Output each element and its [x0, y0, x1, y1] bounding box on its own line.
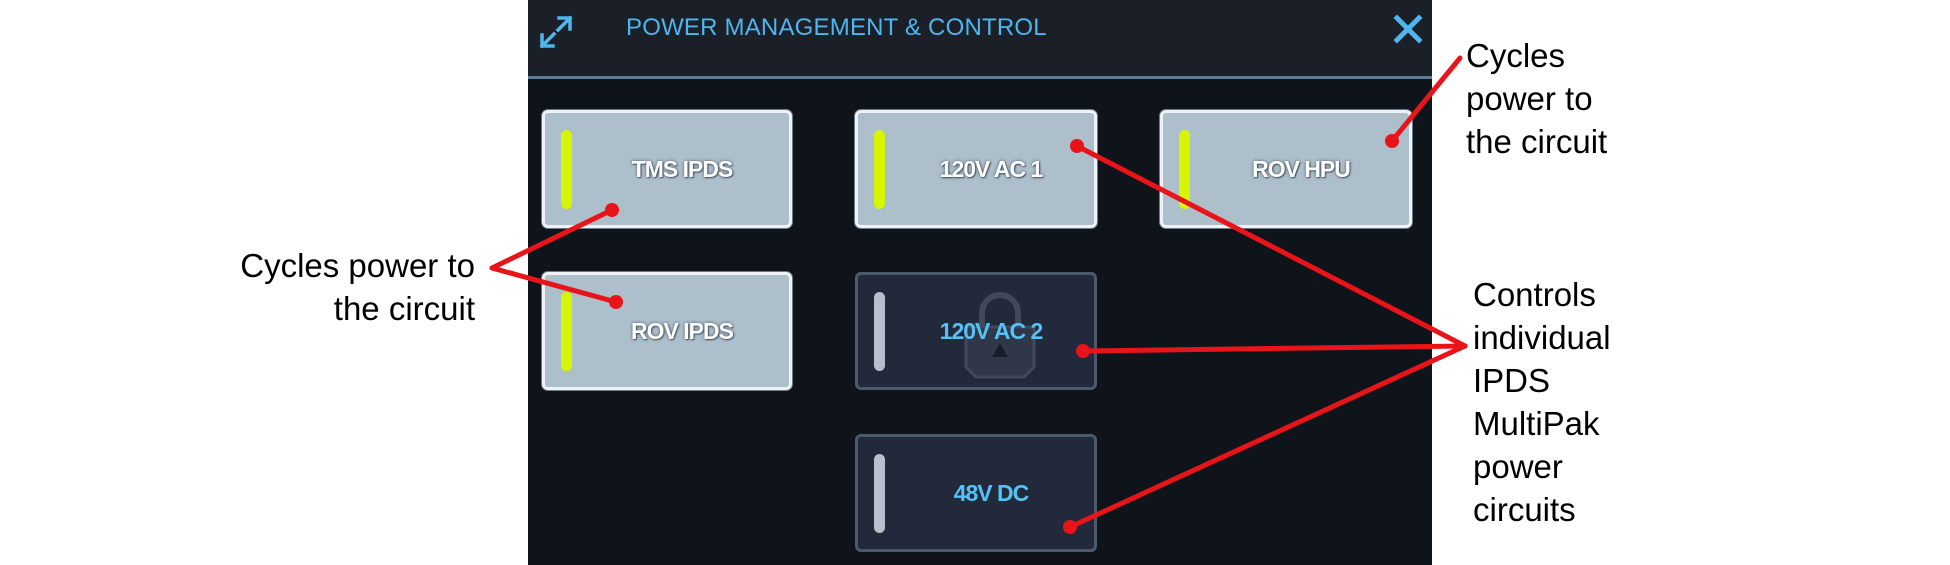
status-indicator [561, 292, 572, 371]
button-label: ROV IPDS [631, 317, 734, 344]
panel-header: POWER MANAGEMENT & CONTROL [528, 0, 1432, 79]
status-indicator [561, 130, 572, 209]
button-label: 48V DC [953, 479, 1030, 506]
annotation-line: the circuit [1466, 123, 1608, 160]
annotation-line: IPDS [1473, 362, 1551, 399]
expand-arrows-icon[interactable] [532, 8, 580, 56]
button-label: ROV HPU [1252, 155, 1351, 182]
status-indicator [874, 292, 885, 371]
button-label: TMS IPDS [631, 155, 734, 182]
120v-ac-2-button[interactable]: 120V AC 2 [855, 272, 1097, 390]
annotation-line: power [1473, 448, 1563, 485]
annotation-line: Cycles power to [240, 247, 475, 284]
annotation-left: Cycles power to the circuit [205, 244, 475, 330]
button-label: 120V AC 2 [939, 317, 1044, 344]
annotation-right: Controls individual IPDS MultiPak power … [1473, 273, 1611, 531]
tms-ipds-button[interactable]: TMS IPDS [542, 110, 792, 228]
close-icon[interactable] [1391, 12, 1425, 46]
button-label: 120V AC 1 [939, 155, 1044, 182]
annotation-line: MultiPak [1473, 405, 1600, 442]
annotation-top-right: Cycles power to the circuit [1466, 34, 1607, 163]
annotation-line: power to [1466, 80, 1593, 117]
48v-dc-button[interactable]: 48V DC [855, 434, 1097, 552]
annotation-line: Cycles [1466, 37, 1566, 74]
status-indicator [1179, 130, 1190, 209]
rov-hpu-button[interactable]: ROV HPU [1160, 110, 1412, 228]
annotation-line: Controls [1473, 276, 1596, 313]
annotation-line: the circuit [333, 290, 475, 327]
status-indicator [874, 454, 885, 533]
panel-title: POWER MANAGEMENT & CONTROL [626, 14, 1047, 41]
status-indicator [874, 130, 885, 209]
rov-ipds-button[interactable]: ROV IPDS [542, 272, 792, 390]
screenshot: POWER MANAGEMENT & CONTROL TMS IPDS 120V… [0, 0, 1950, 565]
annotation-line: circuits [1473, 491, 1576, 528]
annotation-line: individual [1473, 319, 1611, 356]
power-management-panel: POWER MANAGEMENT & CONTROL TMS IPDS 120V… [528, 0, 1432, 565]
120v-ac-1-button[interactable]: 120V AC 1 [855, 110, 1097, 228]
